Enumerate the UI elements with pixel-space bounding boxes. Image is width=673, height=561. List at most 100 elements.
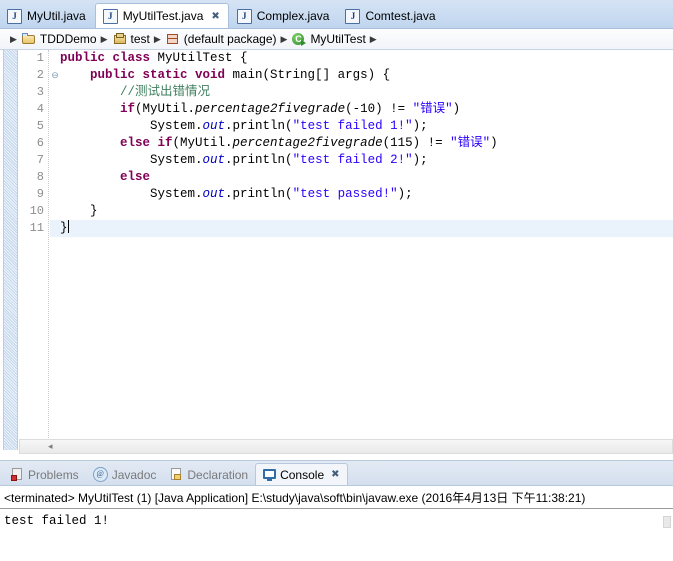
bottom-tab-label: Declaration xyxy=(187,467,249,482)
line-number: 2 xyxy=(36,68,44,82)
code-token: } xyxy=(90,204,98,218)
chevron-right-icon[interactable]: ▶ xyxy=(154,34,161,45)
console-icon xyxy=(263,468,277,481)
chevron-right-icon[interactable]: ▶ xyxy=(101,34,108,45)
code-token: ) xyxy=(452,102,461,116)
bottom-panel: Problems @ Javadoc Declaration Console ✖… xyxy=(0,460,673,561)
breadcrumb-label: TDDDemo xyxy=(39,32,97,46)
line-number: 6 xyxy=(36,136,44,150)
line-number-gutter: 1 2 3 4 5 6 7 8 9 10 11 xyxy=(19,50,49,450)
code-text-area[interactable]: public class MyUtilTest { public static … xyxy=(50,50,673,450)
annotation-ruler[interactable] xyxy=(3,50,18,450)
problems-icon xyxy=(11,468,24,481)
editor-tab-label: Comtest.java xyxy=(365,9,436,23)
line-number: 8 xyxy=(36,170,44,184)
breadcrumb: ▶ TDDDemo ▶ test ▶ (default package) ▶ M… xyxy=(0,29,673,50)
bottom-tab-label: Javadoc xyxy=(111,467,157,482)
javadoc-icon: @ xyxy=(92,467,108,482)
code-token: (MyUtil. xyxy=(135,102,196,116)
code-line[interactable]: else xyxy=(50,169,673,186)
breadcrumb-item-class[interactable]: MyUtilTest xyxy=(292,32,366,46)
chevron-right-icon[interactable]: ▶ xyxy=(10,34,17,45)
code-token-keyword: if xyxy=(120,102,136,116)
editor-tab-bar: J MyUtil.java J MyUtilTest.java ✖ J Comp… xyxy=(0,0,673,29)
breadcrumb-item-project[interactable]: TDDDemo xyxy=(21,32,97,46)
editor-tab-comtest[interactable]: J Comtest.java xyxy=(338,4,443,28)
breadcrumb-item-sourcefolder[interactable]: test xyxy=(113,32,150,46)
line-number: 7 xyxy=(36,153,44,167)
code-token: .println( xyxy=(225,187,293,201)
line-number: 10 xyxy=(29,204,44,218)
editor-tab-label: MyUtilTest.java xyxy=(122,9,204,23)
code-token-comment: //测试出错情况 xyxy=(120,85,211,99)
code-token: ) xyxy=(490,136,498,150)
chevron-right-icon[interactable]: ▶ xyxy=(281,34,288,45)
code-line[interactable]: } xyxy=(50,203,673,220)
close-icon[interactable]: ✖ xyxy=(331,469,339,480)
code-line[interactable]: else if(MyUtil.percentage2fivegrade(115)… xyxy=(50,135,673,152)
chevron-right-icon[interactable]: ▶ xyxy=(370,34,377,45)
code-line[interactable]: //测试出错情况 xyxy=(50,84,673,101)
line-number: 5 xyxy=(36,119,44,133)
console-status-line: <terminated> MyUtilTest (1) [Java Applic… xyxy=(0,486,673,509)
scroll-left-icon[interactable]: ◂ xyxy=(48,441,53,452)
source-folder-icon xyxy=(113,33,127,45)
code-token: ); xyxy=(397,187,413,201)
console-output: test failed 1! xyxy=(4,514,110,528)
editor-tab-myutil[interactable]: J MyUtil.java xyxy=(0,4,94,28)
breadcrumb-label: (default package) xyxy=(183,32,277,46)
code-token: System. xyxy=(150,187,203,201)
code-line[interactable]: public class MyUtilTest { xyxy=(50,50,673,67)
code-token: } xyxy=(60,221,68,235)
close-icon[interactable]: ✖ xyxy=(211,11,219,22)
code-token-keyword: else if xyxy=(120,136,173,150)
java-file-icon: J xyxy=(102,8,118,24)
code-token: (115) != xyxy=(382,136,451,150)
code-line[interactable]: public static void main(String[] args) { xyxy=(50,67,673,84)
breadcrumb-label: MyUtilTest xyxy=(310,32,366,46)
line-number: 11 xyxy=(29,221,44,235)
tab-console[interactable]: Console ✖ xyxy=(255,463,348,485)
line-number: 1 xyxy=(36,51,44,65)
editor-tab-complex[interactable]: J Complex.java xyxy=(230,4,338,28)
code-editor[interactable]: 1 2 3 4 5 6 7 8 9 10 11 ⊖ public class M… xyxy=(0,50,673,460)
code-token: .println( xyxy=(225,119,293,133)
code-line[interactable]: System.out.println("test failed 1!"); xyxy=(50,118,673,135)
text-cursor xyxy=(67,220,69,233)
code-token-keyword: public class xyxy=(60,51,151,65)
editor-tab-label: MyUtil.java xyxy=(27,9,86,23)
code-line[interactable]: System.out.println("test passed!"); xyxy=(50,186,673,203)
code-line[interactable]: if(MyUtil.percentage2fivegrade(-10) != "… xyxy=(50,101,673,118)
java-file-icon: J xyxy=(236,8,252,24)
tab-javadoc[interactable]: @ Javadoc xyxy=(86,464,164,485)
code-token-method: percentage2fivegrade xyxy=(232,136,383,150)
code-token: System. xyxy=(150,119,203,133)
code-token: MyUtilTest { xyxy=(150,51,248,65)
code-token-string: "错误" xyxy=(450,136,491,150)
line-number: 9 xyxy=(36,187,44,201)
breadcrumb-label: test xyxy=(130,32,150,46)
tab-problems[interactable]: Problems xyxy=(4,464,86,485)
console-view[interactable]: <terminated> MyUtilTest (1) [Java Applic… xyxy=(0,486,673,561)
tab-declaration[interactable]: Declaration xyxy=(163,464,255,485)
java-file-icon: J xyxy=(7,8,22,24)
console-scrollbar[interactable] xyxy=(663,516,671,528)
editor-tab-label: Complex.java xyxy=(256,9,330,23)
code-token: .println( xyxy=(225,153,293,167)
package-icon xyxy=(166,33,180,45)
line-number: 3 xyxy=(36,85,44,99)
code-token: main(String[] args) { xyxy=(225,68,391,82)
bottom-panel-tab-bar: Problems @ Javadoc Declaration Console ✖ xyxy=(0,460,673,486)
breadcrumb-item-package[interactable]: (default package) xyxy=(166,32,277,46)
project-folder-icon xyxy=(21,33,36,45)
code-token: (-10) != xyxy=(345,102,413,116)
code-token-keyword: public static void xyxy=(90,68,226,82)
editor-horizontal-scrollbar[interactable]: ◂ xyxy=(19,439,673,454)
code-line[interactable]: System.out.println("test failed 2!"); xyxy=(50,152,673,169)
code-token-string: "test failed 1!" xyxy=(292,119,413,133)
editor-tab-myutiltest[interactable]: J MyUtilTest.java ✖ xyxy=(94,3,229,28)
java-file-icon: J xyxy=(345,8,361,24)
code-line-current[interactable]: } xyxy=(50,220,673,237)
code-token: ); xyxy=(412,153,428,167)
code-token-field: out xyxy=(202,187,226,201)
